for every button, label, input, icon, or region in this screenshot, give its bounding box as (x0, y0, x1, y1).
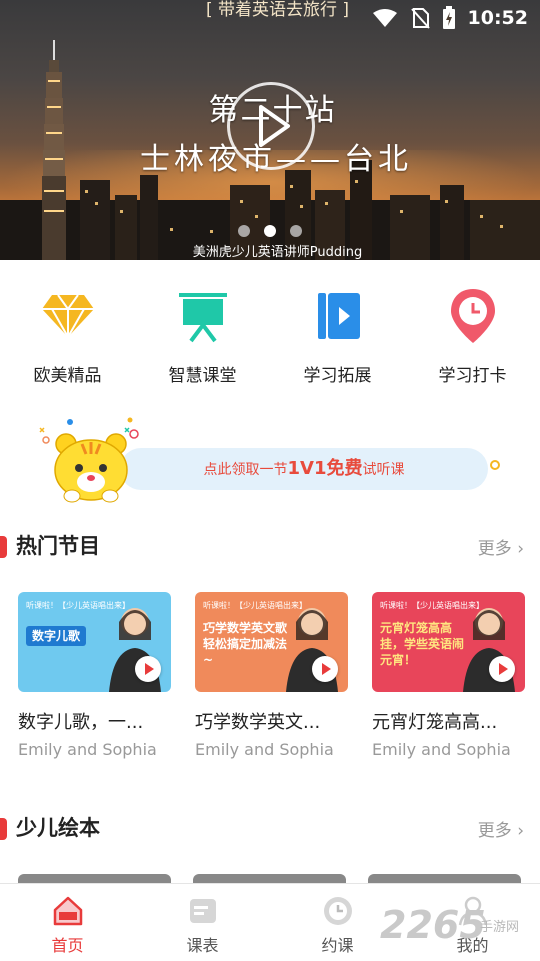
play-button[interactable] (489, 656, 515, 682)
chevron-right-icon: › (517, 539, 524, 559)
schedule-icon (189, 899, 216, 923)
hot-programs-header: 热门节目 更多 › (0, 528, 540, 568)
feature-label: 智慧课堂 (168, 366, 237, 386)
pagination-dot[interactable] (290, 225, 302, 237)
diamond-icon (41, 294, 94, 338)
video-book-icon (317, 293, 360, 339)
feature-item-premium[interactable]: 欧美精品 (0, 285, 135, 395)
card-subtitle: Emily and Sophia (18, 740, 157, 759)
no-sim-icon (410, 8, 430, 29)
tiger-mascot-image (54, 433, 128, 503)
card-subtitle: Emily and Sophia (195, 740, 334, 759)
program-thumbnail: 听课啦！【少儿英语唱出来】 巧学数学英文歌 轻松搞定加减法~ (195, 592, 348, 692)
hot-programs-list: 听课啦！【少儿英语唱出来】 数字儿歌 数字儿歌，一... Emily and S… (18, 592, 528, 759)
program-card[interactable]: 听课啦！【少儿英语唱出来】 巧学数学英文歌 轻松搞定加减法~ 巧学数学英文...… (195, 592, 350, 759)
promo-text-bold: 1V1免费 (287, 458, 363, 479)
pagination-dot-active[interactable] (264, 225, 276, 237)
more-link[interactable]: 更多 › (478, 534, 524, 559)
feature-item-checkin[interactable]: 学习打卡 (405, 285, 540, 395)
card-title: 巧学数学英文... (195, 712, 321, 733)
hero-banner[interactable]: [ 带着英语去旅行 ] 10:52 第二十站 士林夜市——台北 美洲虎少儿英语讲… (0, 0, 540, 260)
battery-charging-icon (442, 6, 455, 29)
play-icon (259, 105, 290, 147)
thumbnail-headline: 巧学数学英文歌 轻松搞定加减法~ (203, 621, 288, 667)
promo-text-post: 试听课 (362, 462, 405, 478)
banner-pagination (0, 225, 540, 237)
section-accent-bar (0, 536, 7, 558)
home-icon (53, 896, 82, 926)
feature-label: 学习打卡 (438, 366, 507, 386)
program-thumbnail: 听课啦！【少儿英语唱出来】 元宵灯笼高高挂，学些英语闹元宵！ (372, 592, 525, 692)
nav-label: 约课 (321, 936, 354, 955)
feature-label: 学习拓展 (303, 366, 372, 386)
more-link[interactable]: 更多 › (478, 816, 524, 841)
clock-pin-icon (450, 289, 495, 343)
picture-books-header: 少儿绘本 更多 › (0, 810, 540, 850)
section-accent-bar (0, 818, 7, 840)
promo-text-pre: 点此领取一节 (203, 462, 288, 478)
watermark-text: 手游网 (480, 920, 520, 935)
site-watermark: 2265 手游网 (380, 903, 540, 953)
status-time: 10:52 (467, 7, 528, 29)
presentation-board-icon (178, 293, 227, 343)
feature-item-extension[interactable]: 学习拓展 (270, 285, 405, 395)
free-trial-promo-banner[interactable]: 点此领取一节1V1免费试听课 (30, 410, 510, 505)
feature-menu: 欧美精品 智慧课堂 学习拓展 学习打卡 (0, 285, 540, 395)
section-title: 少儿绘本 (16, 816, 100, 840)
section-title: 热门节目 (16, 534, 100, 558)
nav-schedule[interactable]: 课表 (135, 884, 270, 961)
more-label: 更多 (477, 539, 512, 559)
status-icons: 10:52 (372, 6, 528, 30)
banner-play-button[interactable] (227, 82, 315, 170)
promo-text: 点此领取一节1V1免费试听课 (120, 448, 488, 490)
more-label: 更多 (477, 821, 512, 841)
pagination-dot[interactable] (238, 225, 250, 237)
program-thumbnail: 听课啦！【少儿英语唱出来】 数字儿歌 (18, 592, 171, 692)
thumbnail-headline: 数字儿歌 (26, 626, 87, 646)
card-title: 元宵灯笼高高... (372, 712, 498, 733)
clock-icon (323, 897, 352, 925)
chevron-right-icon: › (517, 821, 524, 841)
banner-caption: 美洲虎少儿英语讲师Pudding (192, 245, 363, 260)
card-subtitle: Emily and Sophia (372, 740, 511, 759)
program-card[interactable]: 听课啦！【少儿英语唱出来】 元宵灯笼高高挂，学些英语闹元宵！ 元宵灯笼高高...… (372, 592, 527, 759)
watermark-number: 2265 (380, 903, 486, 947)
status-bar: [ 带着英语去旅行 ] 10:52 (0, 0, 540, 38)
nav-label: 课表 (186, 936, 219, 955)
play-button[interactable] (312, 656, 338, 682)
play-button[interactable] (135, 656, 161, 682)
wifi-icon (372, 9, 397, 27)
thumbnail-headline: 元宵灯笼高高挂，学些英语闹元宵！ (380, 621, 465, 667)
program-card[interactable]: 听课啦！【少儿英语唱出来】 数字儿歌 数字儿歌，一... Emily and S… (18, 592, 173, 759)
nav-label: 首页 (51, 936, 84, 955)
card-title: 数字儿歌，一... (18, 712, 144, 733)
feature-item-smart-class[interactable]: 智慧课堂 (135, 285, 270, 395)
feature-label: 欧美精品 (33, 366, 102, 386)
nav-home[interactable]: 首页 (0, 884, 135, 961)
